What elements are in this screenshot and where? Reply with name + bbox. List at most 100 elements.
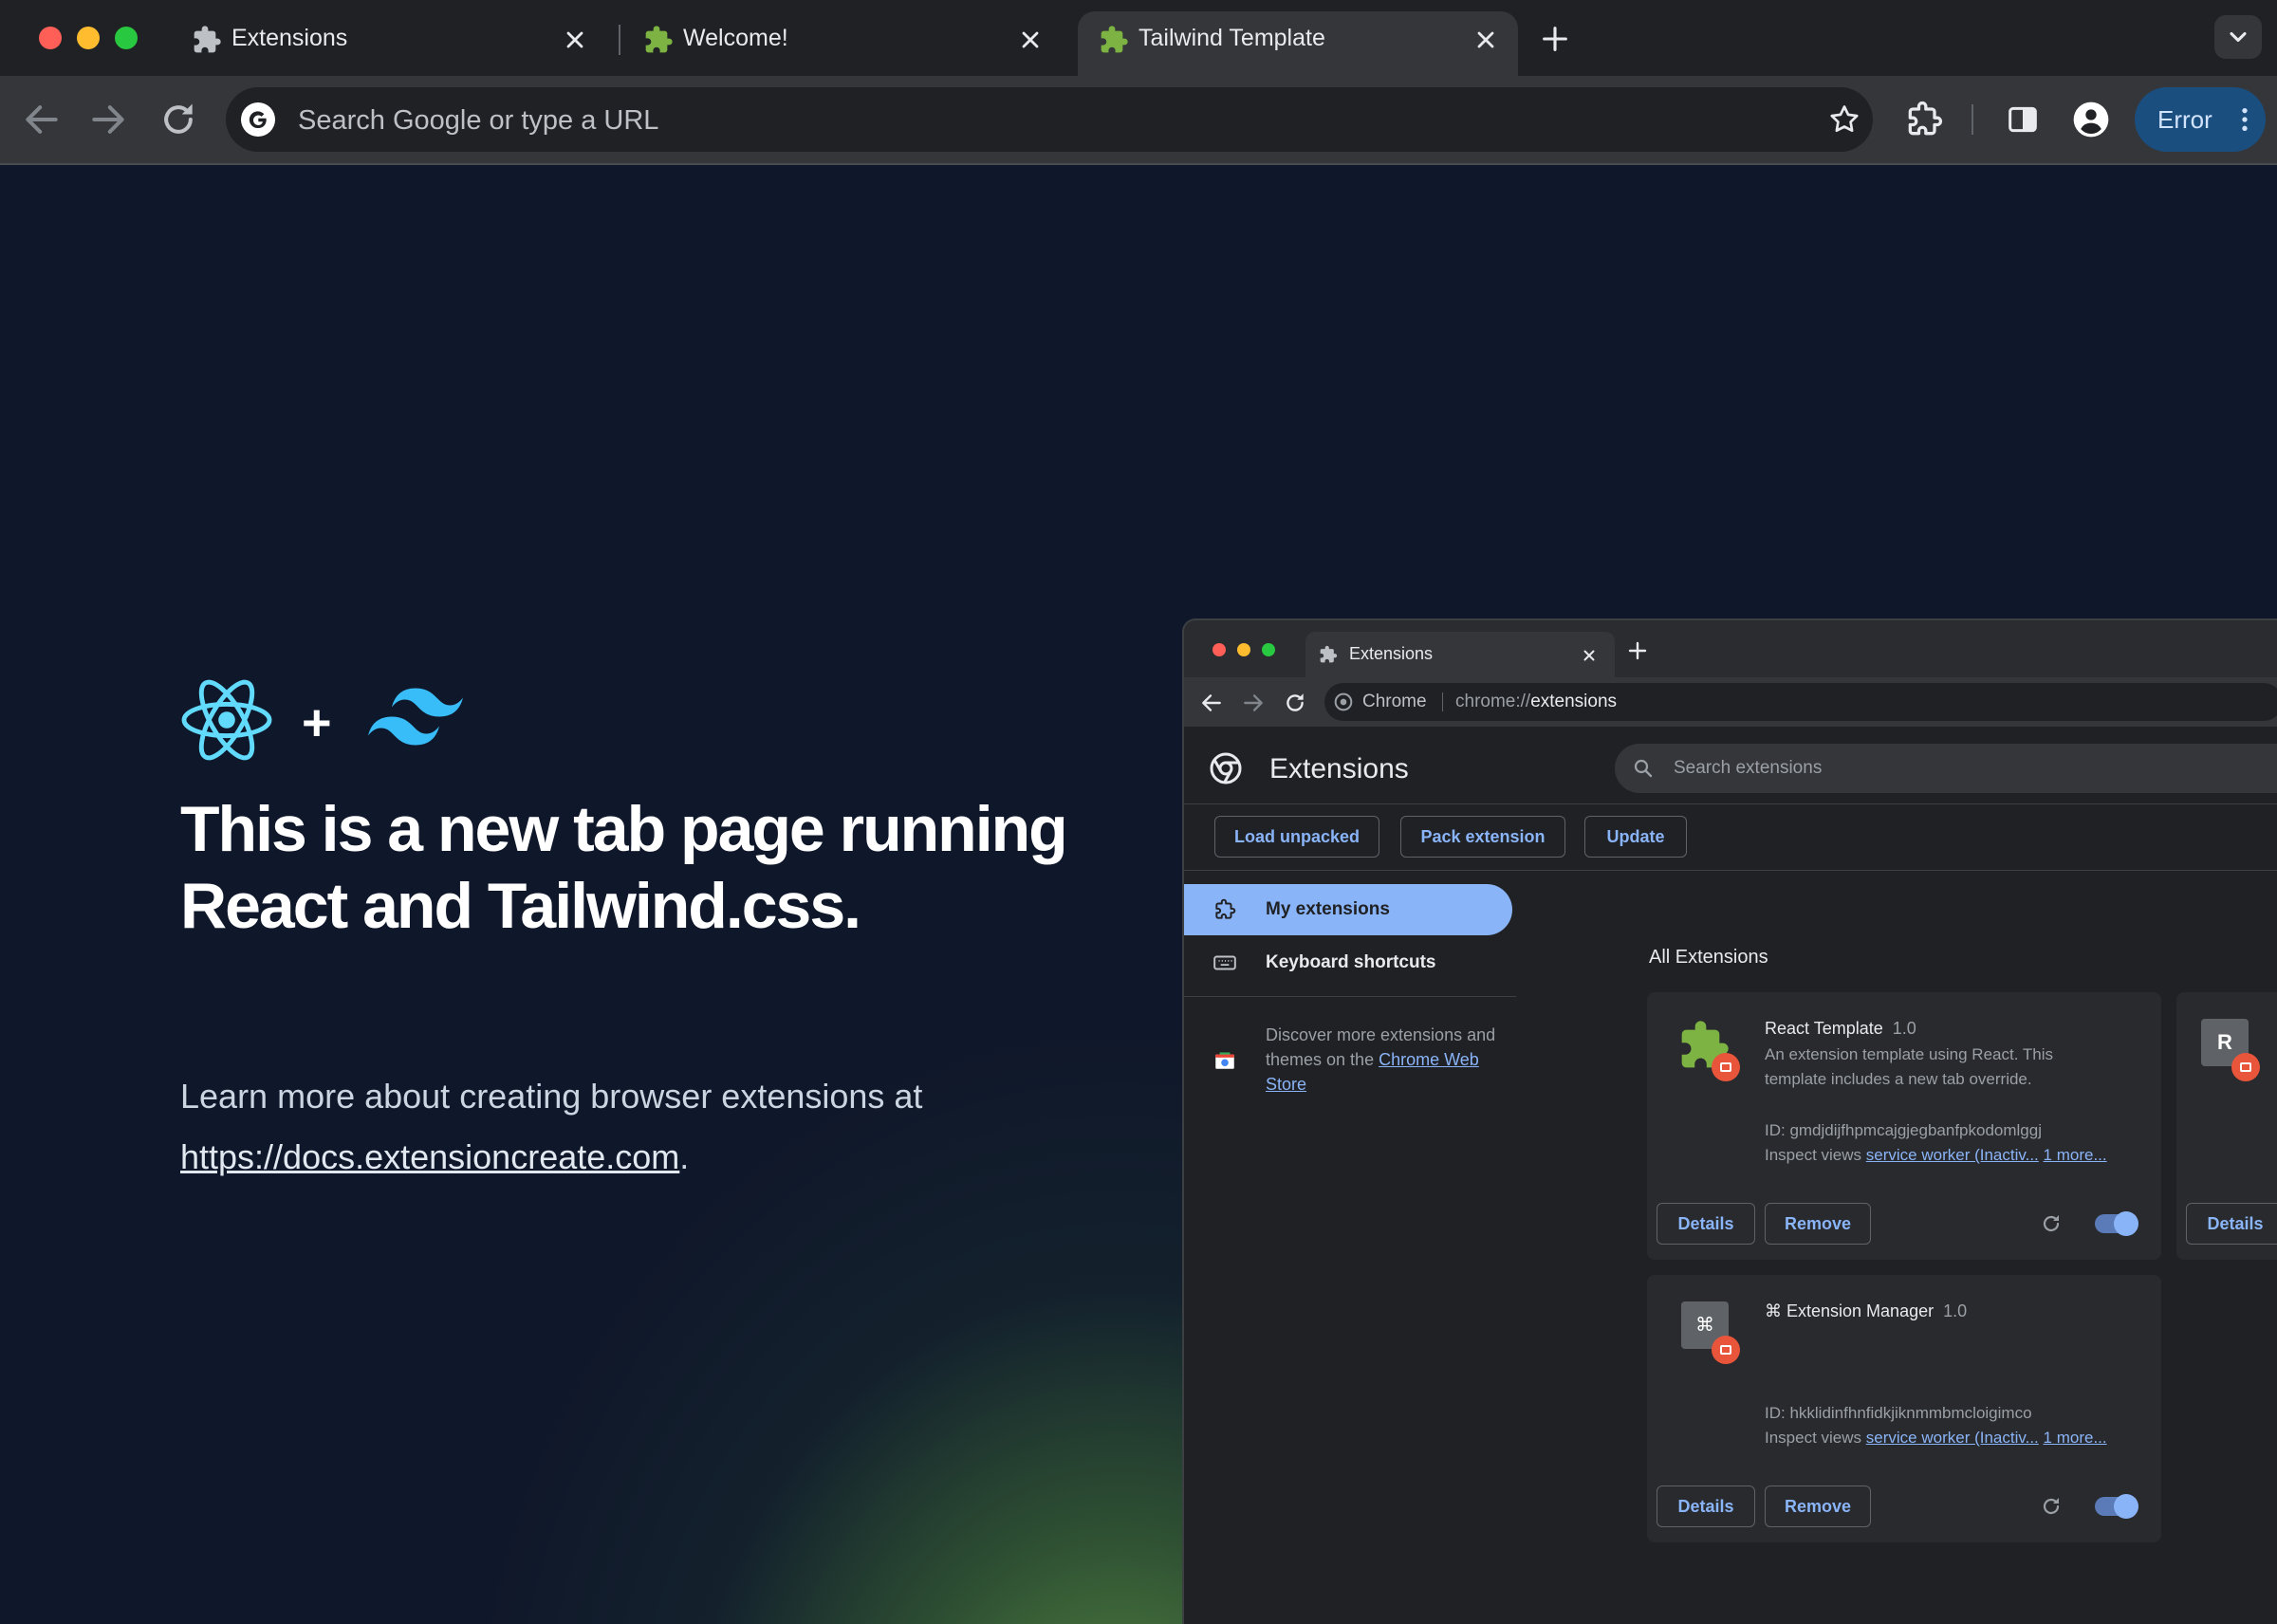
url-prefix: chrome:// — [1455, 692, 1531, 711]
unpacked-badge-icon — [1712, 1053, 1740, 1081]
close-tab-icon[interactable] — [562, 27, 588, 53]
back-icon[interactable] — [21, 99, 63, 140]
section-title: All Extensions — [1649, 947, 1768, 968]
search-icon — [1634, 759, 1653, 778]
omnibox-separator — [1442, 692, 1443, 711]
extension-card-partial: R Details — [2176, 992, 2277, 1260]
sidebar-item-label: My extensions — [1266, 899, 1390, 919]
puzzle-icon — [1320, 645, 1338, 663]
page-heading: This is a new tab page running React and… — [180, 793, 1068, 942]
extension-version: 1.0 — [1892, 1019, 1916, 1038]
forward-icon — [1244, 694, 1263, 711]
tab-search-button[interactable] — [2214, 15, 2262, 59]
forward-icon[interactable] — [87, 99, 129, 140]
chrome-icon — [1334, 692, 1353, 711]
address-bar-placeholder: Search Google or type a URL — [298, 105, 659, 136]
tailwind-logo-icon — [368, 688, 463, 746]
close-window-button[interactable] — [39, 27, 62, 49]
nested-close-dot — [1213, 643, 1226, 656]
pack-extension-button: Pack extension — [1400, 816, 1565, 858]
more-views-link: 1 more... — [2043, 1429, 2107, 1447]
inspect-views-label: Inspect views — [1765, 1146, 1862, 1164]
minimize-window-button[interactable] — [77, 27, 100, 49]
logo-plus: + — [302, 694, 332, 751]
load-unpacked-button: Load unpacked — [1214, 816, 1379, 858]
tab-title: Tailwind Template — [1138, 25, 1325, 51]
reload-extension-icon — [2043, 1215, 2060, 1232]
extension-name-text: React Template — [1765, 1019, 1883, 1038]
green-puzzle-icon — [1101, 26, 1128, 53]
extension-name: ⌘ Extension Manager 1.0 — [1765, 1301, 1967, 1321]
error-menu-button[interactable]: Error — [2135, 87, 2266, 152]
sidebar-item-keyboard-shortcuts: Keyboard shortcuts — [1184, 937, 1512, 988]
reload-icon — [1287, 693, 1304, 711]
remove-button: Remove — [1765, 1486, 1871, 1527]
search-placeholder: Search extensions — [1674, 758, 1823, 778]
sidebar-item-my-extensions: My extensions — [1184, 884, 1512, 935]
nested-tab-extensions: Extensions — [1305, 632, 1615, 677]
url-text: chrome://extensions — [1455, 692, 1617, 712]
error-label: Error — [2157, 105, 2212, 134]
extension-version: 1.0 — [1943, 1301, 1968, 1320]
maximize-window-button[interactable] — [115, 27, 138, 49]
tab-welcome[interactable]: Welcome! — [622, 11, 1063, 76]
extension-card-extension-manager: ⌘ ⌘ Extension Manager 1.0 ID: hkklidinfh… — [1647, 1275, 2161, 1542]
toolbar-separator — [1972, 104, 1973, 135]
search-extensions-field: Search extensions — [1615, 744, 2277, 793]
web-store-icon — [1215, 1052, 1234, 1069]
nested-tab-title: Extensions — [1349, 644, 1434, 663]
new-tab-icon[interactable] — [1539, 23, 1571, 55]
green-puzzle-icon — [645, 26, 673, 53]
url-path: extensions — [1530, 692, 1618, 711]
more-vert-icon — [2242, 108, 2248, 131]
nested-maximize-dot — [1262, 643, 1275, 656]
tab-divider — [619, 25, 620, 55]
extension-name-text: ⌘ Extension Manager — [1765, 1301, 1935, 1320]
puzzle-icon — [194, 26, 221, 53]
extension-name: React Template 1.0 — [1765, 1019, 1916, 1039]
unpacked-badge-icon — [1712, 1336, 1740, 1364]
reload-extension-icon — [2043, 1498, 2060, 1515]
nested-minimize-dot — [1237, 643, 1250, 656]
sidebar-item-label: Keyboard shortcuts — [1266, 952, 1436, 972]
nested-address-bar: Chrome chrome://extensions — [1324, 683, 2277, 721]
inspect-views: Inspect views service worker (Inactiv...… — [1765, 1429, 2107, 1448]
extensions-puzzle-icon[interactable] — [1903, 99, 1945, 140]
service-worker-link: service worker (Inactiv... — [1865, 1429, 2039, 1447]
tab-tailwind-template[interactable]: Tailwind Template — [1078, 11, 1518, 76]
keyboard-icon — [1213, 955, 1236, 970]
remove-button: Remove — [1765, 1203, 1871, 1245]
details-button: Details — [1657, 1203, 1755, 1245]
extension-id: ID: hkklidinfhnfidkjiknmmbmcloigimco — [1765, 1404, 2032, 1422]
close-tab-icon[interactable] — [1017, 27, 1044, 53]
tab-title: Welcome! — [683, 25, 788, 51]
extension-description: template includes a new tab override. — [1765, 1070, 2032, 1088]
update-button: Update — [1584, 816, 1687, 858]
tab-strip: Extensions Welcome! Tailwind Template — [0, 0, 2277, 76]
bookmark-star-icon[interactable] — [1827, 102, 1861, 137]
inspect-views-label: Inspect views — [1765, 1429, 1862, 1447]
back-icon — [1202, 694, 1221, 711]
reload-icon[interactable] — [157, 99, 199, 140]
learn-more-paragraph: Learn more about creating browser extens… — [180, 1066, 1224, 1188]
extension-card-react-template: React Template 1.0 An extension template… — [1647, 992, 2161, 1260]
site-chip: Chrome — [1362, 692, 1427, 711]
close-tab-icon — [1583, 650, 1595, 661]
profile-avatar-icon[interactable] — [2072, 101, 2110, 138]
inspect-views: Inspect views service worker (Inactiv...… — [1765, 1146, 2107, 1165]
docs-link[interactable]: https://docs.extensioncreate.com — [180, 1137, 679, 1176]
address-bar[interactable]: Search Google or type a URL — [226, 87, 1873, 152]
tab-extensions[interactable]: Extensions — [171, 11, 607, 76]
chrome-logo-icon — [1210, 752, 1242, 784]
close-tab-icon[interactable] — [1472, 27, 1499, 53]
side-panel-icon[interactable] — [2004, 101, 2042, 138]
discover-text: Discover more extensions and themes on t… — [1266, 1023, 1512, 1097]
details-button: Details — [2186, 1203, 2277, 1245]
chevron-down-icon — [2230, 31, 2247, 43]
react-logo-icon — [181, 679, 272, 761]
extension-enabled-toggle — [2095, 1211, 2138, 1236]
service-worker-link: service worker (Inactiv... — [1865, 1146, 2039, 1164]
extension-enabled-toggle — [2095, 1494, 2138, 1519]
sidebar-divider — [1184, 996, 1516, 997]
google-g-icon — [241, 102, 275, 137]
